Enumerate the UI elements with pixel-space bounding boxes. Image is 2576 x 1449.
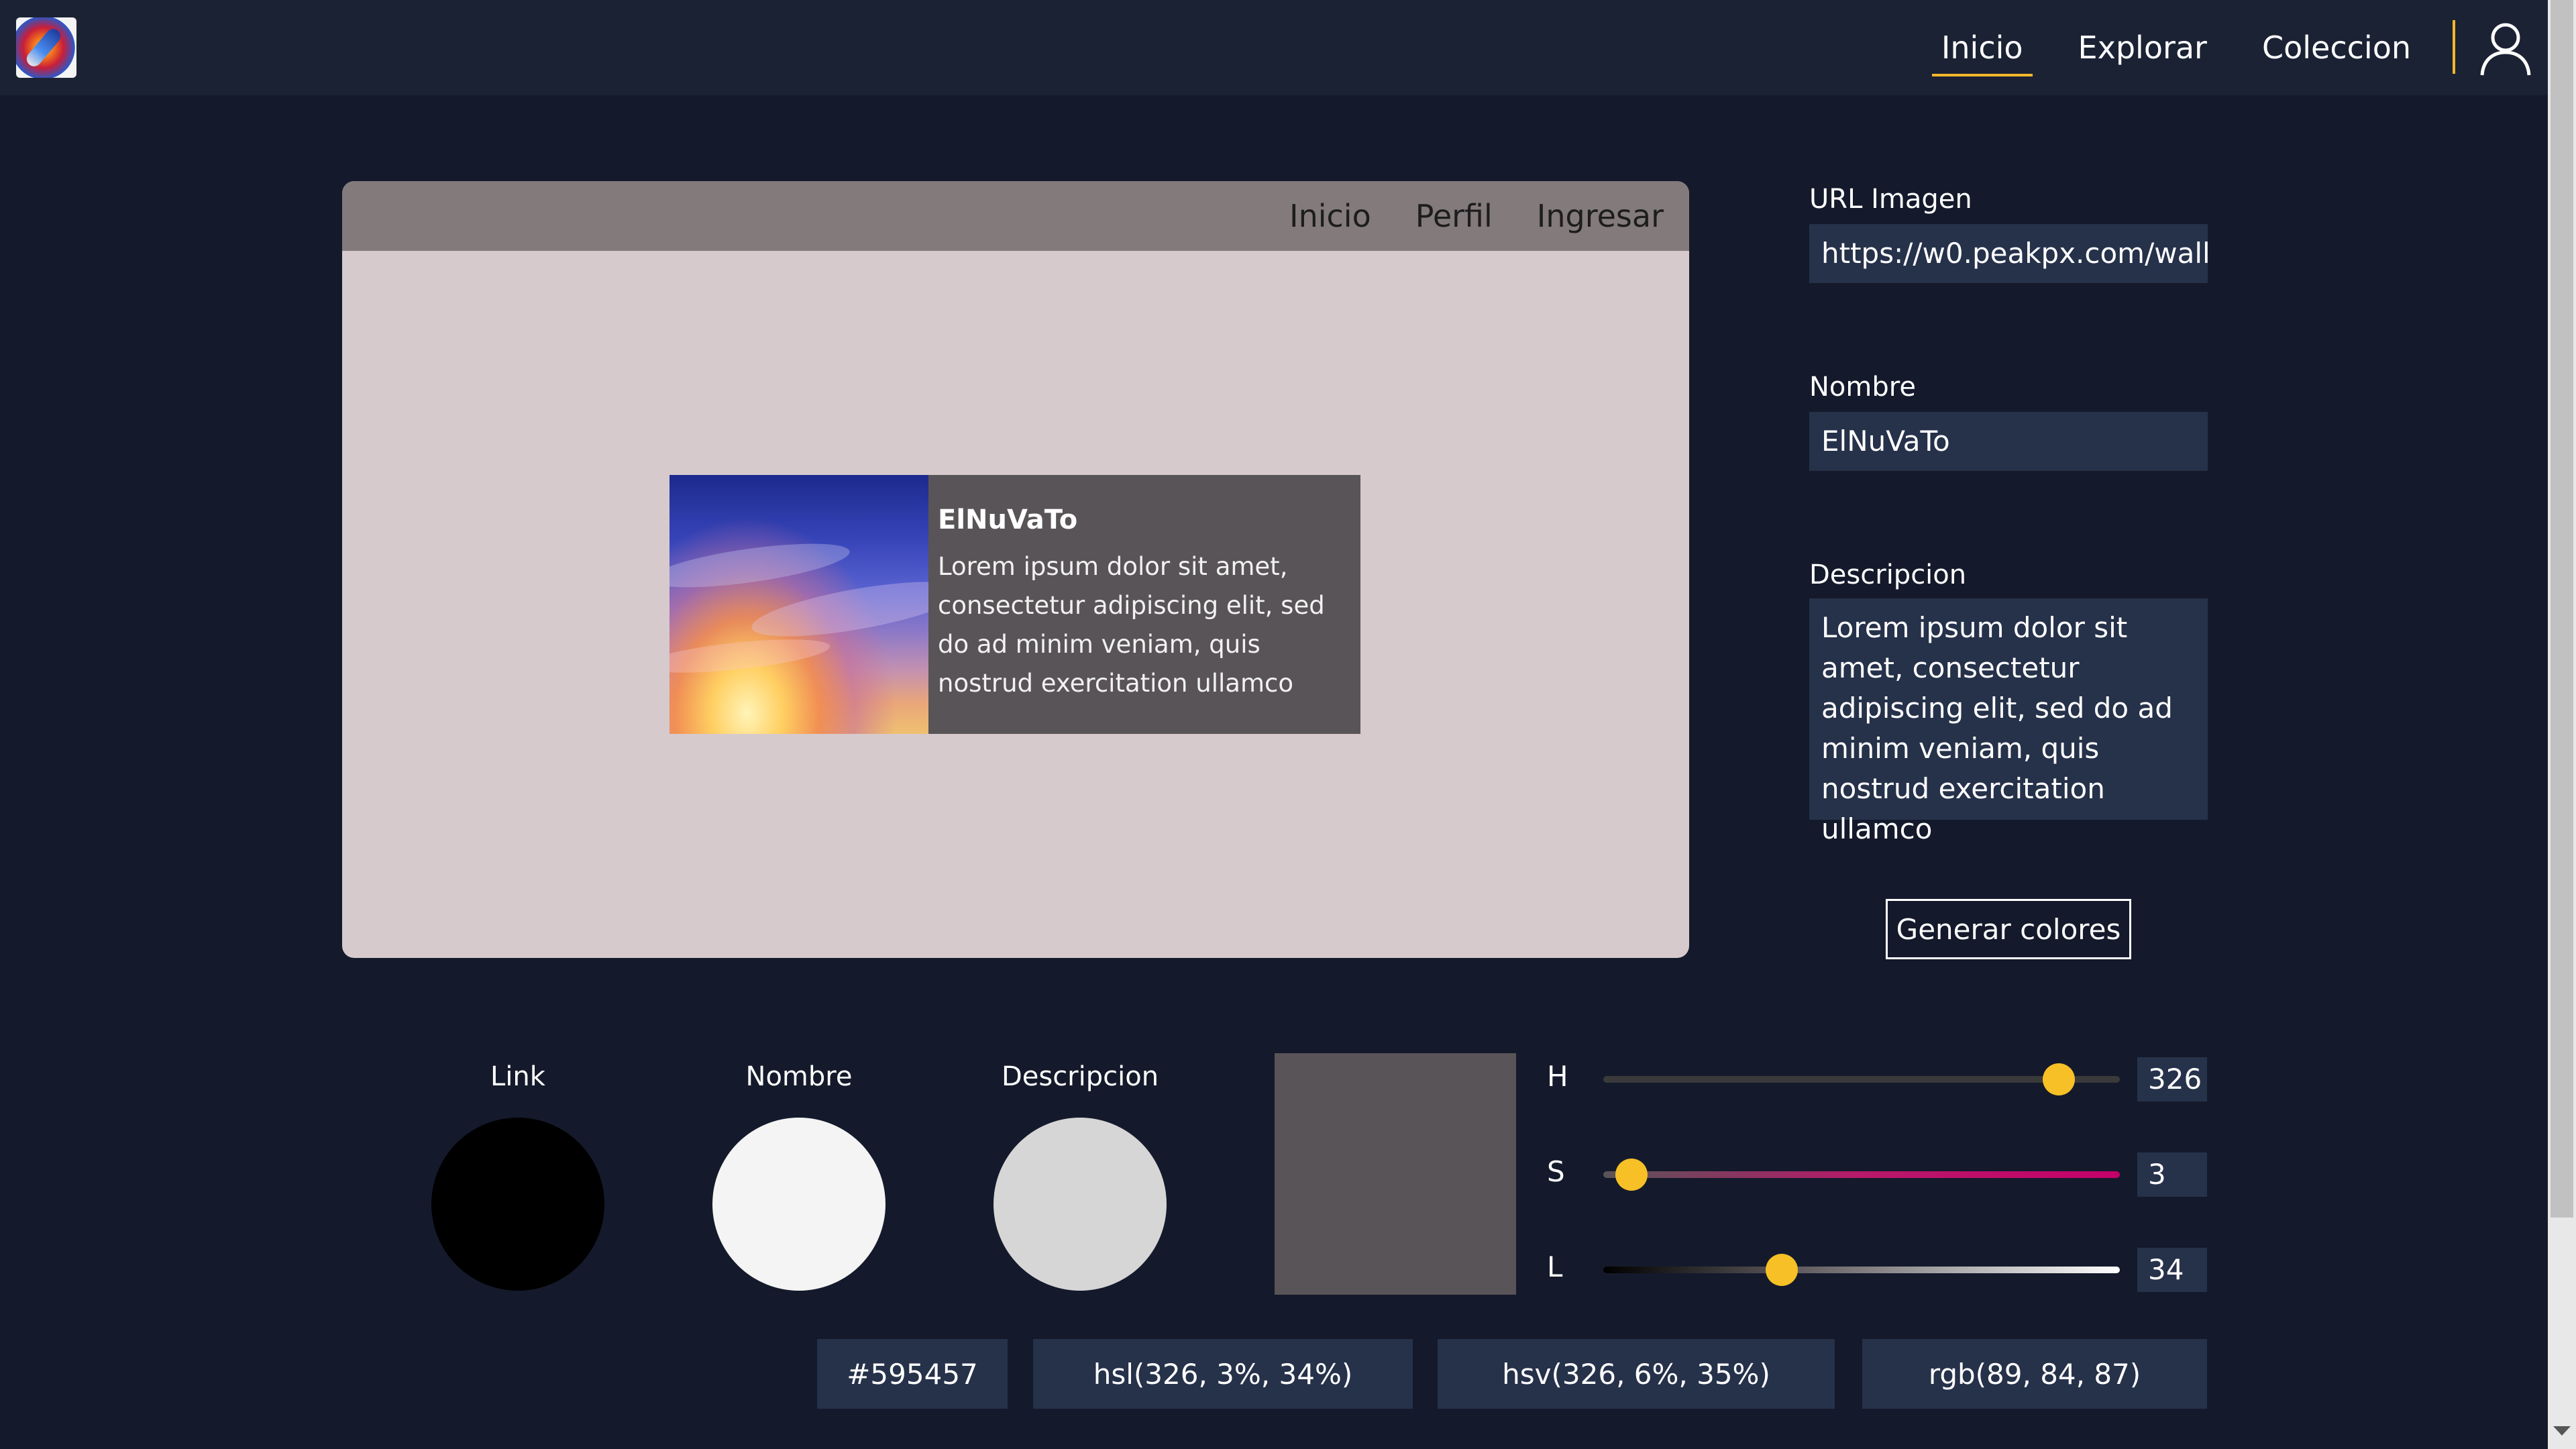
preview-link-perfil[interactable]: Perfil xyxy=(1415,198,1493,234)
name-input[interactable]: ElNuVaTo xyxy=(1809,412,2208,471)
preview-profile-card: ElNuVaTo Lorem ipsum dolor sit amet, con… xyxy=(669,475,1360,734)
nav-divider xyxy=(2453,20,2455,74)
link-color-label: Link xyxy=(490,1061,545,1092)
rgb-code[interactable]: rgb(89, 84, 87) xyxy=(1862,1339,2207,1409)
selected-color-preview xyxy=(1275,1053,1516,1295)
user-icon[interactable] xyxy=(2475,17,2536,78)
name-label: Nombre xyxy=(1809,372,1916,402)
hue-value[interactable]: 326 xyxy=(2137,1057,2207,1102)
hue-slider[interactable] xyxy=(1603,1063,2120,1095)
description-color-swatch[interactable] xyxy=(994,1118,1167,1291)
top-navbar: Inicio Explorar Coleccion xyxy=(0,0,2548,95)
hue-label: H xyxy=(1547,1060,1568,1093)
generate-colors-button[interactable]: Generar colores xyxy=(1886,899,2131,959)
preview-navbar: Inicio Perfil Ingresar xyxy=(342,181,1689,251)
profile-image xyxy=(669,475,928,734)
nav-link-inicio[interactable]: Inicio xyxy=(1931,0,2033,95)
preview-name: ElNuVaTo xyxy=(938,504,1078,535)
preview-link-inicio[interactable]: Inicio xyxy=(1289,198,1371,234)
preview-description: Lorem ipsum dolor sit amet, consectetur … xyxy=(938,552,1325,698)
lightness-label: L xyxy=(1547,1250,1563,1283)
name-color-swatch[interactable] xyxy=(712,1118,885,1291)
lightness-slider-thumb[interactable] xyxy=(1766,1254,1799,1286)
description-label: Descripcion xyxy=(1809,559,1967,590)
feather-logo-icon[interactable] xyxy=(16,17,76,78)
hsv-code[interactable]: hsv(326, 6%, 35%) xyxy=(1438,1339,1835,1409)
scrollbar-thumb[interactable] xyxy=(2551,0,2573,1218)
saturation-value[interactable]: 3 xyxy=(2137,1152,2207,1197)
url-label: URL Imagen xyxy=(1809,184,1972,215)
description-textarea[interactable]: Lorem ipsum dolor sit amet, consectetur … xyxy=(1809,598,2208,845)
preview-link-ingresar[interactable]: Ingresar xyxy=(1537,198,1664,234)
hue-slider-thumb[interactable] xyxy=(2043,1063,2076,1095)
saturation-slider-thumb[interactable] xyxy=(1615,1159,1648,1191)
url-input[interactable]: https://w0.peakpx.com/wallpaper xyxy=(1809,224,2208,283)
description-color-label: Descripcion xyxy=(1001,1061,1159,1092)
name-color-label: Nombre xyxy=(745,1061,853,1092)
scroll-down-arrow-icon[interactable] xyxy=(2553,1426,2571,1436)
hex-code[interactable]: #595457 xyxy=(817,1339,1008,1409)
profile-preview: Inicio Perfil Ingresar ElNuVaTo Lorem ip… xyxy=(342,181,1689,958)
nav-link-explorar[interactable]: Explorar xyxy=(2069,0,2216,95)
main-nav: Inicio Explorar Coleccion xyxy=(1896,0,2420,95)
hsl-code[interactable]: hsl(326, 3%, 34%) xyxy=(1033,1339,1413,1409)
link-color-swatch[interactable] xyxy=(431,1118,604,1291)
lightness-value[interactable]: 34 xyxy=(2137,1248,2207,1292)
lightness-slider[interactable] xyxy=(1603,1254,2120,1286)
nav-link-coleccion[interactable]: Coleccion xyxy=(2253,0,2420,95)
saturation-label: S xyxy=(1547,1155,1565,1188)
saturation-slider[interactable] xyxy=(1603,1159,2120,1191)
